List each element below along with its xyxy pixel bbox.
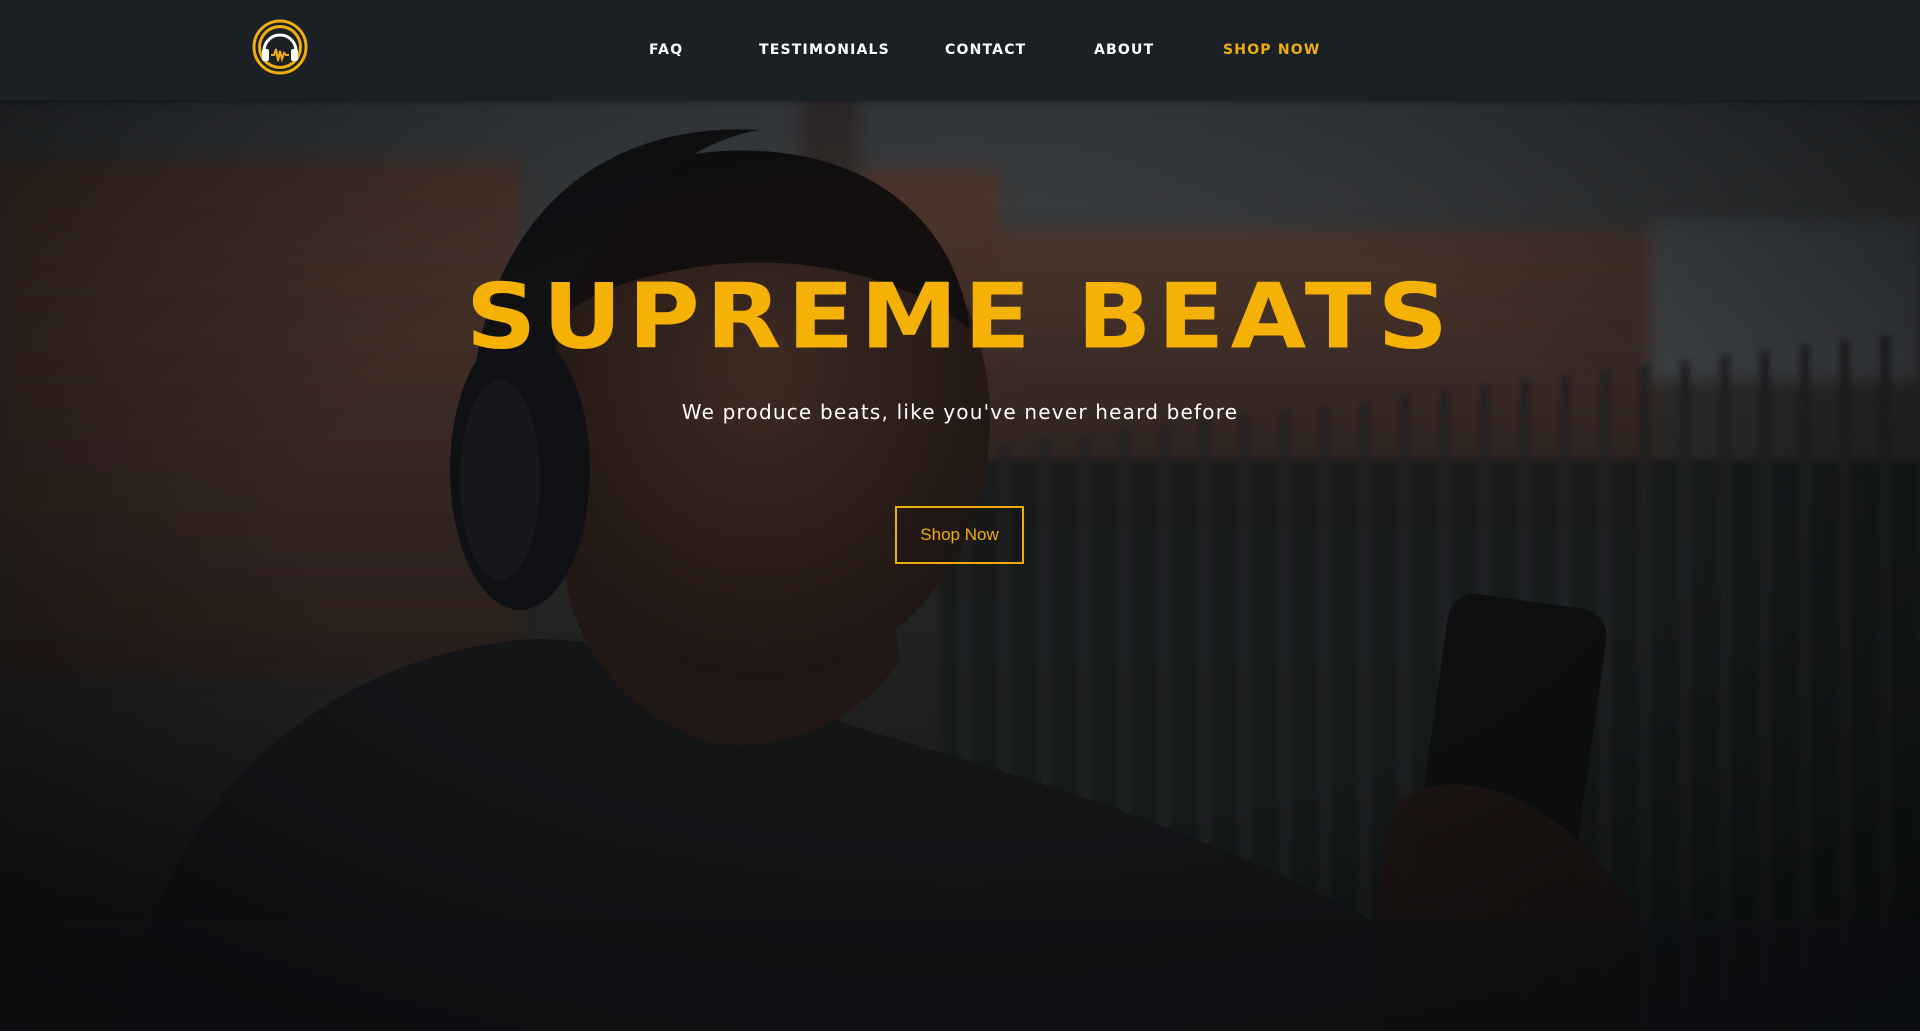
top-navbar: FAQ TESTIMONIALS CONTACT ABOUT SHOP NOW (0, 0, 1920, 100)
hero-dark-overlay (0, 100, 1920, 1031)
nav-testimonials[interactable]: TESTIMONIALS (759, 42, 890, 58)
nav-faq[interactable]: FAQ (649, 42, 683, 58)
nav-contact[interactable]: CONTACT (945, 42, 1026, 58)
hero-subtitle: We produce beats, like you've never hear… (681, 400, 1239, 424)
page: FAQ TESTIMONIALS CONTACT ABOUT SHOP NOW (0, 0, 1920, 1031)
shop-now-button[interactable]: Shop Now (895, 506, 1024, 564)
hero-section: SUPREME BEATS We produce beats, like you… (0, 100, 1920, 1031)
nav-about[interactable]: ABOUT (1094, 42, 1154, 58)
main-nav: FAQ TESTIMONIALS CONTACT ABOUT SHOP NOW (0, 0, 1920, 100)
hero-title: SUPREME BEATS (465, 264, 1455, 370)
nav-shop-now[interactable]: SHOP NOW (1223, 42, 1321, 58)
